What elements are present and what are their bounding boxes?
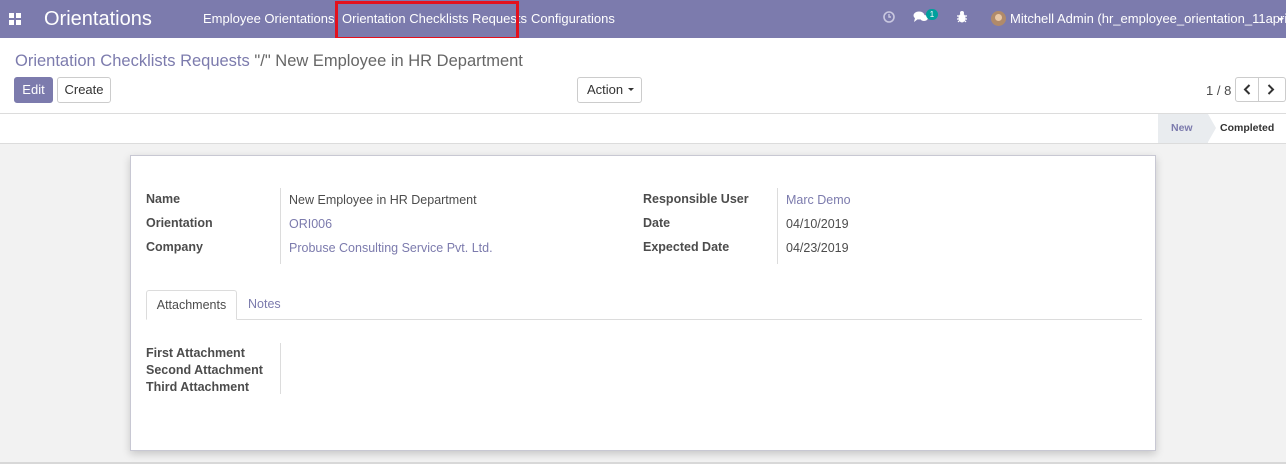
name-label: Name — [146, 192, 181, 206]
action-dropdown[interactable]: Action — [577, 77, 642, 103]
second-attachment-label: Second Attachment — [146, 363, 263, 377]
expected-date-label: Expected Date — [643, 240, 730, 254]
breadcrumb: Orientation Checklists Requests "/" New … — [15, 51, 523, 71]
status-bar: New Completed — [0, 114, 1286, 144]
right-group-separator — [777, 188, 778, 264]
bug-icon[interactable] — [955, 10, 973, 28]
pager-previous-button[interactable] — [1235, 77, 1259, 102]
highlight-box — [335, 1, 519, 40]
date-value: 04/10/2019 — [786, 217, 849, 231]
responsible-user-label: Responsible User — [643, 192, 749, 206]
expected-date-value: 04/23/2019 — [786, 241, 849, 255]
action-label: Action — [587, 82, 624, 97]
chevron-left-icon — [1243, 84, 1251, 95]
breadcrumb-separator: "/" — [254, 52, 271, 70]
stage-new[interactable]: New — [1158, 114, 1208, 143]
control-panel: Orientation Checklists Requests "/" New … — [0, 38, 1286, 114]
edit-button[interactable]: Edit — [14, 77, 53, 103]
menu-configurations[interactable]: Configurations — [531, 11, 615, 27]
attachments-separator — [280, 343, 281, 394]
menu-employee-orientations[interactable]: Employee Orientations — [203, 11, 335, 27]
tabs-divider — [146, 319, 1142, 320]
avatar[interactable] — [991, 11, 1006, 26]
orientation-label: Orientation — [146, 216, 213, 230]
pager-next-button[interactable] — [1259, 77, 1286, 102]
create-button[interactable]: Create — [57, 77, 111, 103]
caret-down-icon[interactable] — [1278, 18, 1284, 21]
caret-down-icon — [628, 88, 635, 92]
breadcrumb-parent[interactable]: Orientation Checklists Requests — [15, 52, 250, 70]
stage-completed[interactable]: Completed — [1220, 114, 1274, 143]
left-group-separator — [280, 188, 281, 264]
stage-arrow — [1208, 114, 1216, 142]
form-sheet: Name New Employee in HR Department Orien… — [130, 155, 1156, 451]
messages-badge: 1 — [926, 9, 938, 20]
chevron-right-icon — [1267, 84, 1275, 95]
date-label: Date — [643, 216, 671, 230]
app-title[interactable]: Orientations — [44, 7, 152, 31]
top-navbar: Orientations Employee Orientations Orien… — [0, 0, 1286, 40]
orientation-value[interactable]: ORI006 — [289, 217, 332, 232]
company-value[interactable]: Probuse Consulting Service Pvt. Ltd. — [289, 241, 493, 256]
third-attachment-label: Third Attachment — [146, 380, 250, 394]
user-menu[interactable]: Mitchell Admin (hr_employee_orientation_… — [1010, 11, 1286, 27]
clock-icon[interactable] — [882, 10, 900, 28]
pager-value[interactable]: 1 / 8 — [1206, 83, 1231, 99]
tab-notes[interactable]: Notes — [248, 290, 281, 320]
company-label: Company — [146, 240, 203, 254]
name-value: New Employee in HR Department — [289, 193, 477, 207]
first-attachment-label: First Attachment — [146, 346, 245, 360]
tab-attachments[interactable]: Attachments — [146, 290, 237, 320]
apps-icon[interactable] — [9, 13, 21, 25]
responsible-user-value[interactable]: Marc Demo — [786, 193, 851, 208]
breadcrumb-current: New Employee in HR Department — [275, 52, 523, 70]
